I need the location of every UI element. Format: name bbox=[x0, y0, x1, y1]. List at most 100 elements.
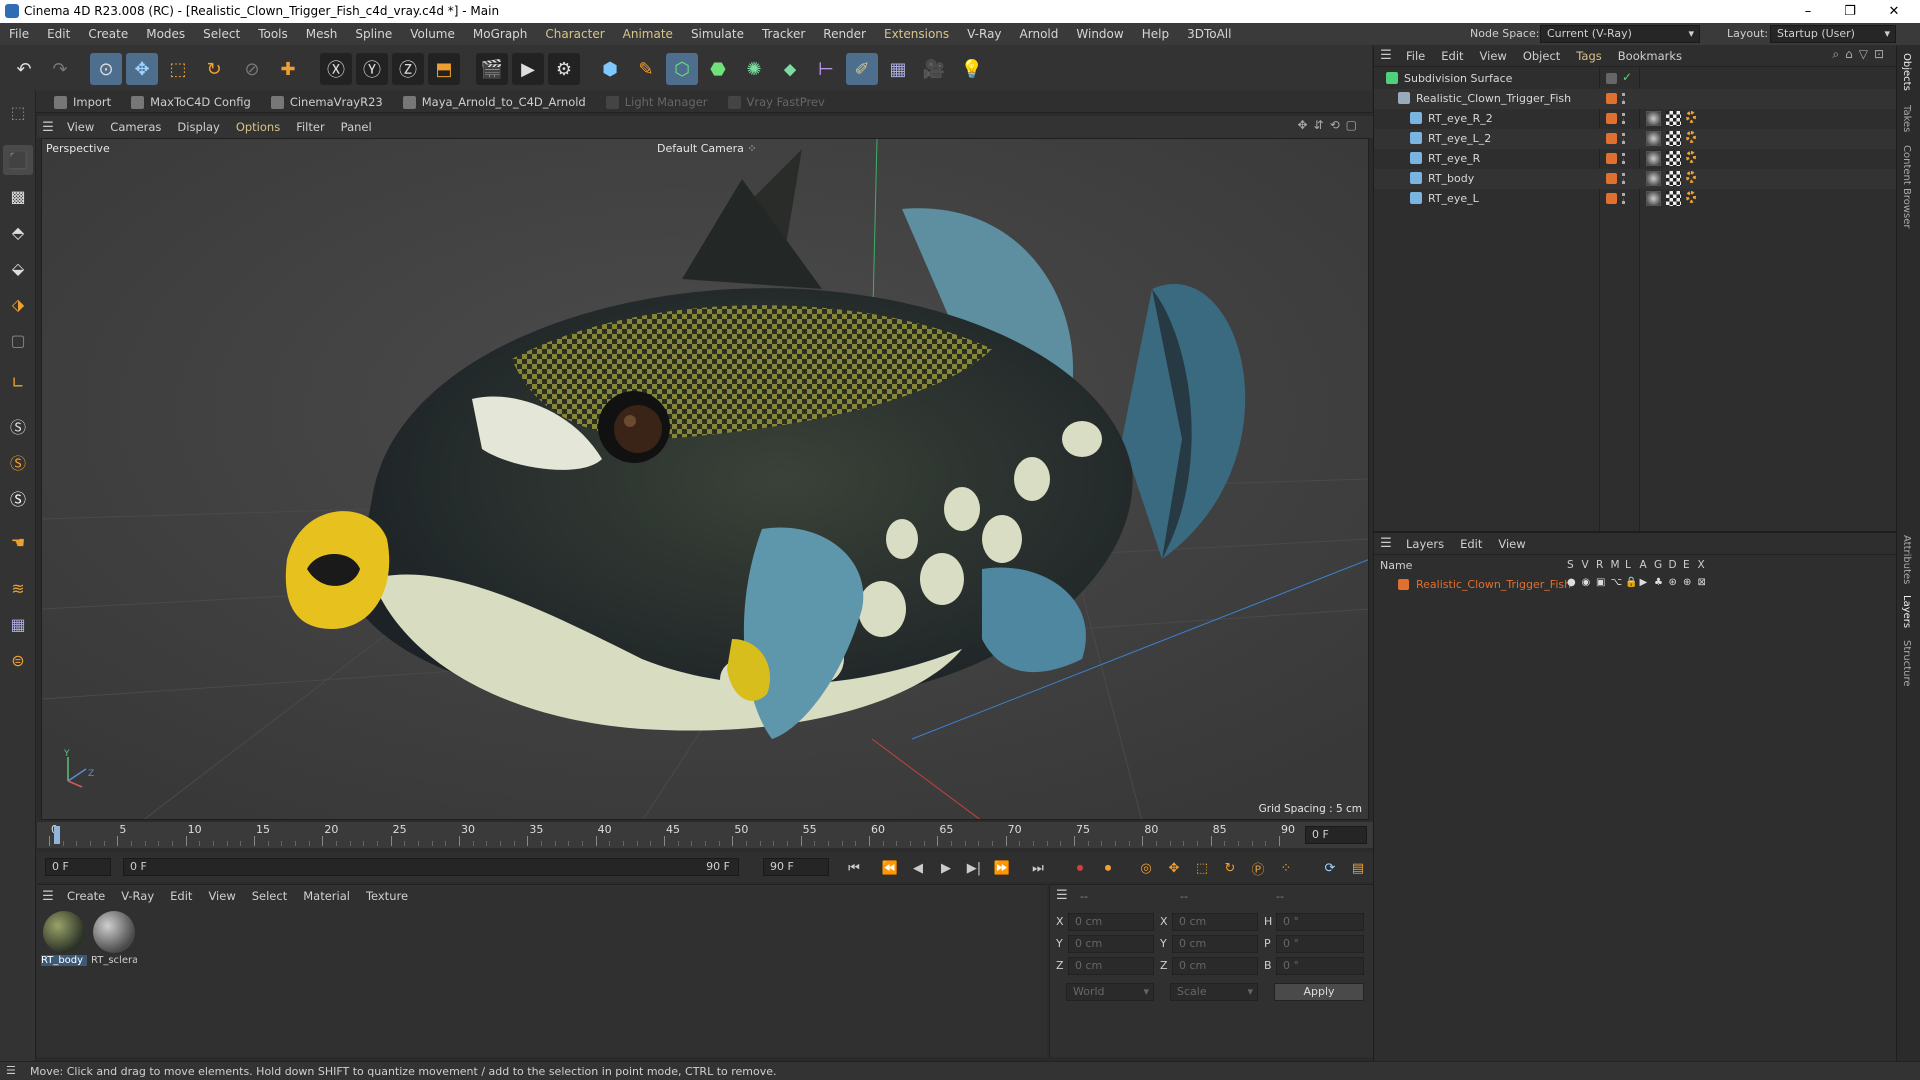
end-frame-field[interactable]: 90 F bbox=[763, 858, 829, 876]
playhead[interactable] bbox=[54, 826, 60, 844]
play-icon[interactable]: ▶ bbox=[935, 858, 957, 878]
hamburger-icon[interactable]: ☰ bbox=[37, 889, 59, 904]
light-object-icon[interactable]: 💡 bbox=[956, 53, 988, 85]
menu-create[interactable]: Create bbox=[79, 23, 137, 45]
right-tab-objects[interactable]: Objects bbox=[1901, 53, 1912, 91]
coord-rot-field[interactable]: 0 ° bbox=[1276, 935, 1364, 953]
layout-dropdown[interactable]: Startup (User) ▾ bbox=[1770, 25, 1896, 43]
position-key-icon[interactable]: ✥ bbox=[1163, 858, 1185, 878]
layer-flag-toggle-icon[interactable]: ♣ bbox=[1654, 577, 1663, 588]
layer-flag-toggle-icon[interactable]: ◉ bbox=[1582, 577, 1591, 588]
uvw-tag-icon[interactable] bbox=[1666, 171, 1681, 186]
auto-key-icon[interactable]: ⏺ bbox=[1097, 858, 1119, 878]
visibility-dots[interactable] bbox=[1622, 173, 1626, 184]
undo-icon[interactable]: ↶ bbox=[8, 53, 40, 85]
maximize-button[interactable]: ❐ bbox=[1830, 0, 1870, 23]
camera-name-label[interactable]: Default Camera ⁘ bbox=[657, 142, 757, 155]
menu-arnold[interactable]: Arnold bbox=[1011, 23, 1068, 45]
previous-frame-icon[interactable]: ◀ bbox=[907, 858, 929, 878]
layer-flag-toggle-icon[interactable]: ▶ bbox=[1640, 577, 1648, 588]
visibility-dots[interactable] bbox=[1622, 153, 1626, 164]
camera-object-icon[interactable]: 🎥 bbox=[918, 53, 950, 85]
workplane-icon[interactable]: ≋ bbox=[3, 573, 33, 603]
extrude-generator-icon[interactable]: ⬣ bbox=[702, 53, 734, 85]
coordinate-mode-dropdown[interactable]: Scale ▾ bbox=[1170, 983, 1258, 1001]
next-key-icon[interactable]: ⏩ bbox=[991, 858, 1013, 878]
plugin-import[interactable]: Import bbox=[44, 91, 121, 113]
viewport-menu-display[interactable]: Display bbox=[169, 116, 227, 138]
menu-edit[interactable]: Edit bbox=[38, 23, 79, 45]
material-swatch[interactable]: RT_body bbox=[41, 911, 87, 969]
coordinate-space-dropdown[interactable]: World ▾ bbox=[1066, 983, 1154, 1001]
frame-range-slider[interactable]: 0 F 90 F bbox=[123, 858, 739, 876]
coord-pos-field[interactable]: 0 cm bbox=[1068, 935, 1154, 953]
move-tool-icon[interactable]: ✥ bbox=[126, 53, 158, 85]
snap-icon[interactable]: Ⓢ bbox=[3, 411, 33, 441]
menu-simulate[interactable]: Simulate bbox=[682, 23, 753, 45]
go-to-start-icon[interactable]: ⏮ bbox=[843, 858, 865, 878]
parameter-key-icon[interactable]: Ⓟ bbox=[1247, 858, 1269, 878]
layer-flag-toggle-icon[interactable]: ⌥ bbox=[1611, 577, 1623, 588]
material-tag-icon[interactable] bbox=[1646, 111, 1661, 126]
material-tag-icon[interactable] bbox=[1646, 151, 1661, 166]
layer-color-swatch[interactable] bbox=[1398, 579, 1409, 590]
x-axis-lock-icon[interactable]: Ⓧ bbox=[320, 53, 352, 85]
object-row-rt-eye-l[interactable]: RT_eye_L bbox=[1374, 189, 1897, 209]
scale-key-icon[interactable]: ⬚ bbox=[1191, 858, 1213, 878]
close-button[interactable]: ✕ bbox=[1874, 0, 1914, 23]
object-menu-tags[interactable]: Tags bbox=[1568, 45, 1609, 67]
visibility-dots[interactable] bbox=[1622, 133, 1626, 144]
previous-key-icon[interactable]: ⏪ bbox=[879, 858, 901, 878]
subdivision-surface-icon[interactable]: ⬡ bbox=[666, 53, 698, 85]
menu-spline[interactable]: Spline bbox=[346, 23, 401, 45]
vray-tag-icon[interactable] bbox=[1686, 131, 1696, 143]
cube-object-icon[interactable]: ⬢ bbox=[594, 53, 626, 85]
material-menu-v-ray[interactable]: V-Ray bbox=[113, 885, 162, 907]
object-manager-tools-icons[interactable]: ⌕⌂▽⊡ bbox=[1832, 47, 1890, 62]
right-tab-content-browser[interactable]: Content Browser bbox=[1901, 145, 1912, 228]
layer-color-swatch[interactable] bbox=[1606, 173, 1617, 184]
layer-color-swatch[interactable] bbox=[1606, 113, 1617, 124]
quantize-icon[interactable]: ⊜ bbox=[3, 645, 33, 675]
texture-mode-icon[interactable]: ▩ bbox=[3, 181, 33, 211]
go-to-end-icon[interactable]: ⏭ bbox=[1027, 858, 1049, 878]
object-menu-view[interactable]: View bbox=[1472, 45, 1515, 67]
model-mode-icon[interactable]: ⬛ bbox=[3, 145, 33, 175]
start-frame-field[interactable]: 0 F bbox=[45, 858, 111, 876]
hamburger-icon[interactable]: ☰ bbox=[6, 1064, 16, 1077]
layer-flag-toggle-icon[interactable]: ▣ bbox=[1596, 577, 1605, 588]
rotation-key-icon[interactable]: ↻ bbox=[1219, 858, 1241, 878]
record-icon[interactable]: ⏺ bbox=[1069, 858, 1091, 878]
layer-color-swatch[interactable] bbox=[1606, 133, 1617, 144]
plugin-vray-fastprev[interactable]: Vray FastPrev bbox=[718, 91, 835, 113]
menu-help[interactable]: Help bbox=[1133, 23, 1178, 45]
node-space-dropdown[interactable]: Current (V-Ray) ▾ bbox=[1540, 25, 1700, 43]
enabled-check-icon[interactable]: ✓ bbox=[1622, 70, 1632, 84]
menu-modes[interactable]: Modes bbox=[137, 23, 194, 45]
y-axis-lock-icon[interactable]: Ⓨ bbox=[356, 53, 388, 85]
next-frame-icon[interactable]: ▶| bbox=[963, 858, 985, 878]
visibility-dots[interactable] bbox=[1622, 93, 1626, 104]
material-menu-texture[interactable]: Texture bbox=[358, 885, 416, 907]
locked-workplane-icon[interactable]: ☚ bbox=[3, 527, 33, 557]
right-tab-structure[interactable]: Structure bbox=[1901, 640, 1912, 687]
hamburger-icon[interactable]: ☰ bbox=[1056, 888, 1068, 903]
menu-extensions[interactable]: Extensions bbox=[875, 23, 958, 45]
viewport-menu-options[interactable]: Options bbox=[228, 116, 288, 138]
menu-file[interactable]: File bbox=[0, 23, 38, 45]
object-menu-bookmarks[interactable]: Bookmarks bbox=[1610, 45, 1690, 67]
layer-flag-toggle-icon[interactable]: ⊛ bbox=[1669, 577, 1677, 588]
right-tab-takes[interactable]: Takes bbox=[1901, 105, 1912, 132]
scale-tool-icon[interactable]: ⬚ bbox=[162, 53, 194, 85]
field-icon[interactable]: ⊢ bbox=[810, 53, 842, 85]
object-row-rt-body[interactable]: RT_body bbox=[1374, 169, 1897, 189]
current-frame-field[interactable]: 0 F bbox=[1305, 826, 1367, 844]
coord-pos-field[interactable]: 0 cm bbox=[1068, 957, 1154, 975]
render-settings-icon[interactable]: ⚙ bbox=[548, 53, 580, 85]
coord-size-field[interactable]: 0 cm bbox=[1172, 935, 1258, 953]
points-mode-icon[interactable]: ⬘ bbox=[3, 217, 33, 247]
viewport-nav-icons[interactable]: ✥⇵⟲▢ bbox=[1297, 118, 1363, 132]
add-tool-icon[interactable]: ✚ bbox=[272, 53, 304, 85]
plugin-light-manager[interactable]: Light Manager bbox=[596, 91, 718, 113]
uvw-tag-icon[interactable] bbox=[1666, 151, 1681, 166]
